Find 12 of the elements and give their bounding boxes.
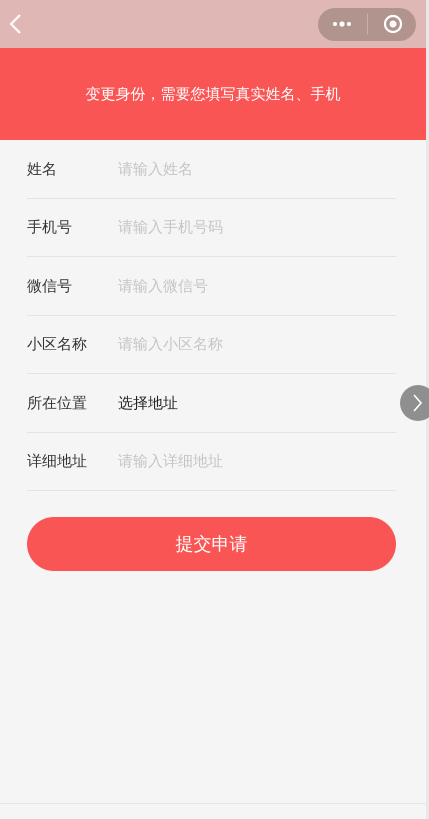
- field-label: 手机号: [27, 217, 73, 238]
- back-icon[interactable]: [8, 13, 22, 35]
- field-label: 所在位置: [27, 392, 88, 414]
- chevron-right-icon[interactable]: [400, 384, 429, 421]
- field-label: 详细地址: [27, 451, 88, 472]
- more-icon[interactable]: [332, 21, 352, 27]
- field-label: 小区名称: [27, 334, 88, 355]
- field-label: 微信号: [27, 276, 73, 296]
- notice-text: 变更身份，需要您填写真实姓名、手机: [86, 84, 340, 105]
- close-icon[interactable]: [383, 14, 403, 34]
- field-label: 姓名: [27, 158, 58, 180]
- address-picker[interactable]: 选择地址: [118, 392, 396, 414]
